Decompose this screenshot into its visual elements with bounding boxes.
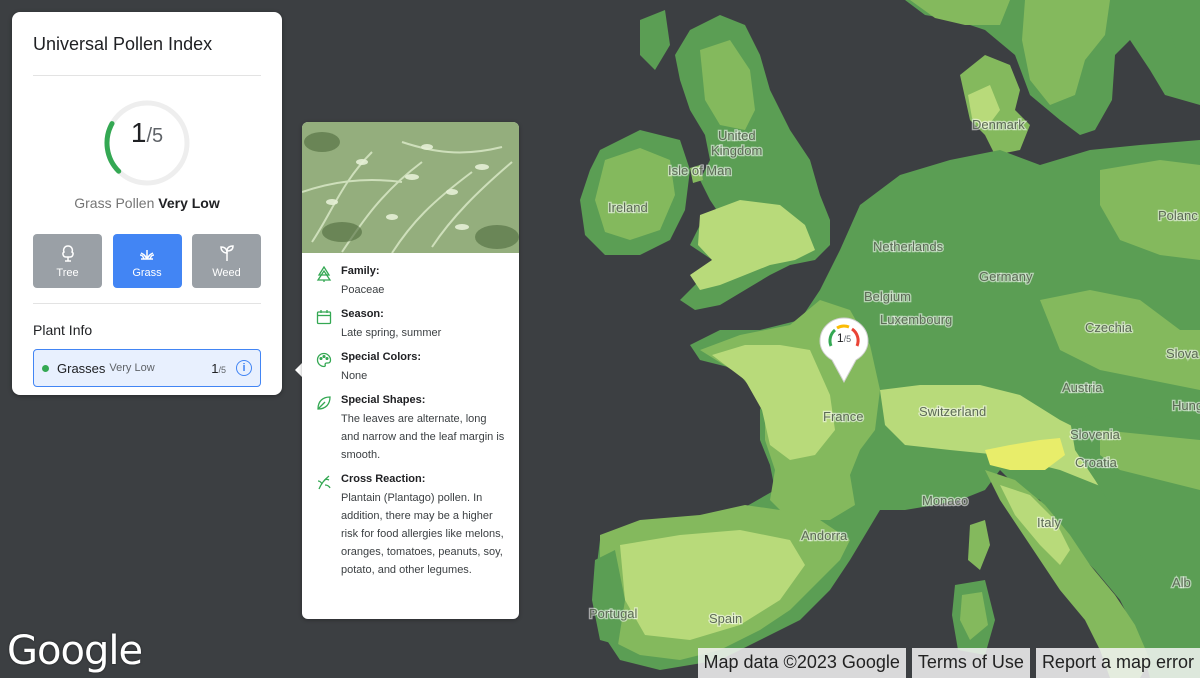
card-pointer — [295, 363, 302, 377]
grass-icon — [139, 250, 155, 260]
label-luxembourg: Luxembourg — [880, 312, 952, 327]
map-attribution: Map data ©2023 Google Terms of Use Repor… — [697, 648, 1200, 678]
label-ireland: Ireland — [608, 200, 648, 215]
fact-value: Poaceae — [341, 284, 385, 296]
palette-icon — [316, 352, 332, 368]
fact-value: Late spring, summer — [341, 327, 442, 339]
label-spain: Spain — [709, 611, 742, 626]
pollen-index-panel: Universal Pollen Index 1/5 Grass Pollen … — [12, 12, 282, 395]
label-czechia: Czechia — [1085, 320, 1133, 335]
fact-cross-reaction: Cross Reaction: Plantain (Plantago) poll… — [316, 473, 505, 579]
label-belgium: Belgium — [864, 289, 911, 304]
label-croatia: Croatia — [1075, 455, 1118, 470]
cross-reaction-icon — [317, 475, 331, 490]
map-data-credit: Map data ©2023 Google — [697, 648, 906, 678]
pollen-map-marker[interactable]: 1/5 — [818, 316, 870, 384]
plant-score-max: /5 — [218, 364, 226, 375]
weed-button-label: Weed — [212, 267, 241, 279]
leaf-icon — [317, 396, 331, 410]
tree-button[interactable]: Tree — [33, 234, 102, 288]
level-dot — [42, 364, 49, 372]
fact-value: Plantain (Plantago) pollen. In addition,… — [341, 492, 504, 576]
grass-button[interactable]: Grass — [112, 234, 182, 288]
fact-label: Special Colors: — [341, 351, 422, 363]
plant-score: 1/5 — [211, 361, 226, 376]
label-switzerland: Switzerland — [919, 404, 986, 419]
pollen-gauge: 1/5 — [97, 93, 197, 193]
gauge-value: 1/5 — [97, 117, 197, 149]
fact-colors: Special Colors: None — [316, 351, 505, 385]
tree-family-icon — [316, 266, 332, 282]
weed-icon — [219, 245, 234, 261]
marker-score: 1 — [836, 331, 844, 345]
label-germany: Germany — [979, 269, 1033, 284]
tree-icon — [61, 245, 74, 262]
label-france: France — [823, 409, 863, 424]
label-united-kingdom-2: Kingdom — [711, 143, 762, 158]
divider — [33, 75, 261, 76]
label-hungary: Hung — [1172, 398, 1200, 413]
fact-label: Family: — [341, 265, 380, 277]
fact-season: Season: Late spring, summer — [316, 308, 505, 342]
report-error-link[interactable]: Report a map error — [1035, 648, 1200, 678]
label-slovakia: Slova — [1166, 346, 1199, 361]
label-andorra: Andorra — [801, 528, 848, 543]
google-logo: Google — [7, 628, 143, 674]
pollen-type-selector: Tree Grass Weed — [33, 234, 261, 288]
label-austria: Austria — [1062, 380, 1103, 395]
label-portugal: Portugal — [589, 606, 638, 621]
tree-button-label: Tree — [56, 267, 79, 279]
fact-label: Special Shapes: — [341, 394, 426, 406]
label-isle-of-man: Isle of Man — [668, 163, 732, 178]
plant-item-grasses[interactable]: Grasses Very Low 1/5 i — [33, 349, 261, 387]
plant-info-title: Plant Info — [33, 322, 93, 338]
panel-title: Universal Pollen Index — [33, 34, 213, 54]
label-monaco: Monaco — [922, 493, 968, 508]
terms-link[interactable]: Terms of Use — [911, 648, 1030, 678]
label-poland: Polanc — [1158, 208, 1198, 223]
label-albania: Alb — [1172, 575, 1191, 590]
fact-value: The leaves are alternate, long and narro… — [341, 413, 505, 461]
fact-value: None — [341, 370, 368, 382]
gauge-max: /5 — [146, 125, 164, 147]
fact-family: Family: Poaceae — [316, 265, 505, 299]
calendar-icon — [316, 310, 332, 325]
plant-info-card: Family: Poaceae Season: Late spring, sum… — [302, 122, 519, 619]
label-italy: Italy — [1037, 515, 1061, 530]
weed-button[interactable]: Weed — [192, 234, 261, 288]
label-denmark: Denmark — [972, 117, 1025, 132]
info-icon[interactable]: i — [236, 360, 252, 376]
grass-button-label: Grass — [132, 267, 162, 279]
plant-name: Grasses — [57, 360, 106, 376]
fact-label: Season: — [341, 308, 384, 320]
divider — [33, 303, 261, 304]
grass-photo — [302, 122, 519, 253]
pollen-status: Grass Pollen Very Low — [33, 195, 261, 211]
marker-value: 1/5 — [818, 331, 870, 345]
marker-max: /5 — [843, 334, 852, 344]
status-type: Grass Pollen — [74, 195, 155, 211]
status-level: Very Low — [158, 195, 220, 211]
gauge-score: 1 — [130, 117, 147, 148]
fact-label: Cross Reaction: — [341, 473, 426, 485]
plant-level: Very Low — [109, 362, 155, 374]
label-slovenia: Slovenia — [1070, 427, 1121, 442]
fact-shapes: Special Shapes: The leaves are alternate… — [316, 394, 505, 464]
label-netherlands: Netherlands — [873, 239, 944, 254]
label-united-kingdom: United — [718, 128, 756, 143]
